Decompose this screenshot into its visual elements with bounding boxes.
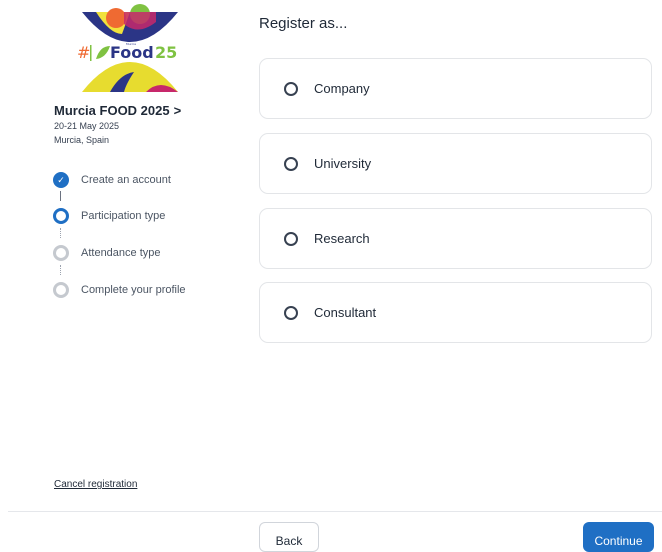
option-company[interactable]: Company [259, 58, 652, 119]
active-step-icon [53, 208, 69, 224]
step-connector [60, 191, 61, 201]
radio-icon[interactable] [284, 156, 298, 171]
step-label: Create an account [81, 174, 171, 186]
checkmark-icon: ✓ [53, 172, 69, 188]
cancel-registration-link[interactable]: Cancel registration [54, 479, 137, 490]
page-title: Register as... [259, 15, 348, 32]
step-create-account: ✓ Create an account [53, 170, 171, 190]
step-label: Attendance type [81, 247, 161, 259]
chevron-right-icon: > [173, 103, 182, 118]
event-title: Murcia FOOD 2025 [54, 103, 170, 118]
step-complete-profile: Complete your profile [53, 280, 186, 300]
step-participation-type: Participation type [53, 206, 165, 226]
footer-divider [8, 511, 662, 512]
back-button[interactable]: Back [259, 522, 319, 552]
svg-text:25: 25 [155, 43, 177, 62]
radio-icon[interactable] [284, 231, 298, 246]
step-connector [60, 228, 61, 238]
event-title-link[interactable]: Murcia FOOD 2025 > [54, 103, 181, 118]
radio-icon[interactable] [284, 81, 298, 96]
svg-text:#: # [77, 43, 90, 62]
option-label: Company [314, 81, 370, 96]
event-date: 20-21 May 2025 [54, 121, 120, 131]
svg-text:Murcia: Murcia [126, 42, 136, 46]
event-location: Murcia, Spain [54, 135, 110, 145]
step-label: Complete your profile [81, 284, 186, 296]
step-label: Participation type [81, 210, 166, 222]
option-label: Consultant [314, 305, 377, 320]
option-consultant[interactable]: Consultant [259, 282, 652, 343]
murcia-food-logo: # Food 25 Murcia [77, 4, 178, 92]
radio-icon[interactable] [284, 305, 298, 320]
continue-button[interactable]: Continue [583, 522, 654, 552]
option-label: University [314, 156, 372, 171]
pending-step-icon [53, 245, 69, 261]
sidebar: # Food 25 Murcia Murcia FOOD 2025 > 20-21… [0, 0, 240, 546]
pending-step-icon [53, 282, 69, 298]
option-label: Research [314, 231, 370, 246]
option-university[interactable]: University [259, 133, 652, 194]
step-attendance-type: Attendance type [53, 243, 161, 263]
option-research[interactable]: Research [259, 208, 652, 269]
step-connector [60, 265, 61, 275]
